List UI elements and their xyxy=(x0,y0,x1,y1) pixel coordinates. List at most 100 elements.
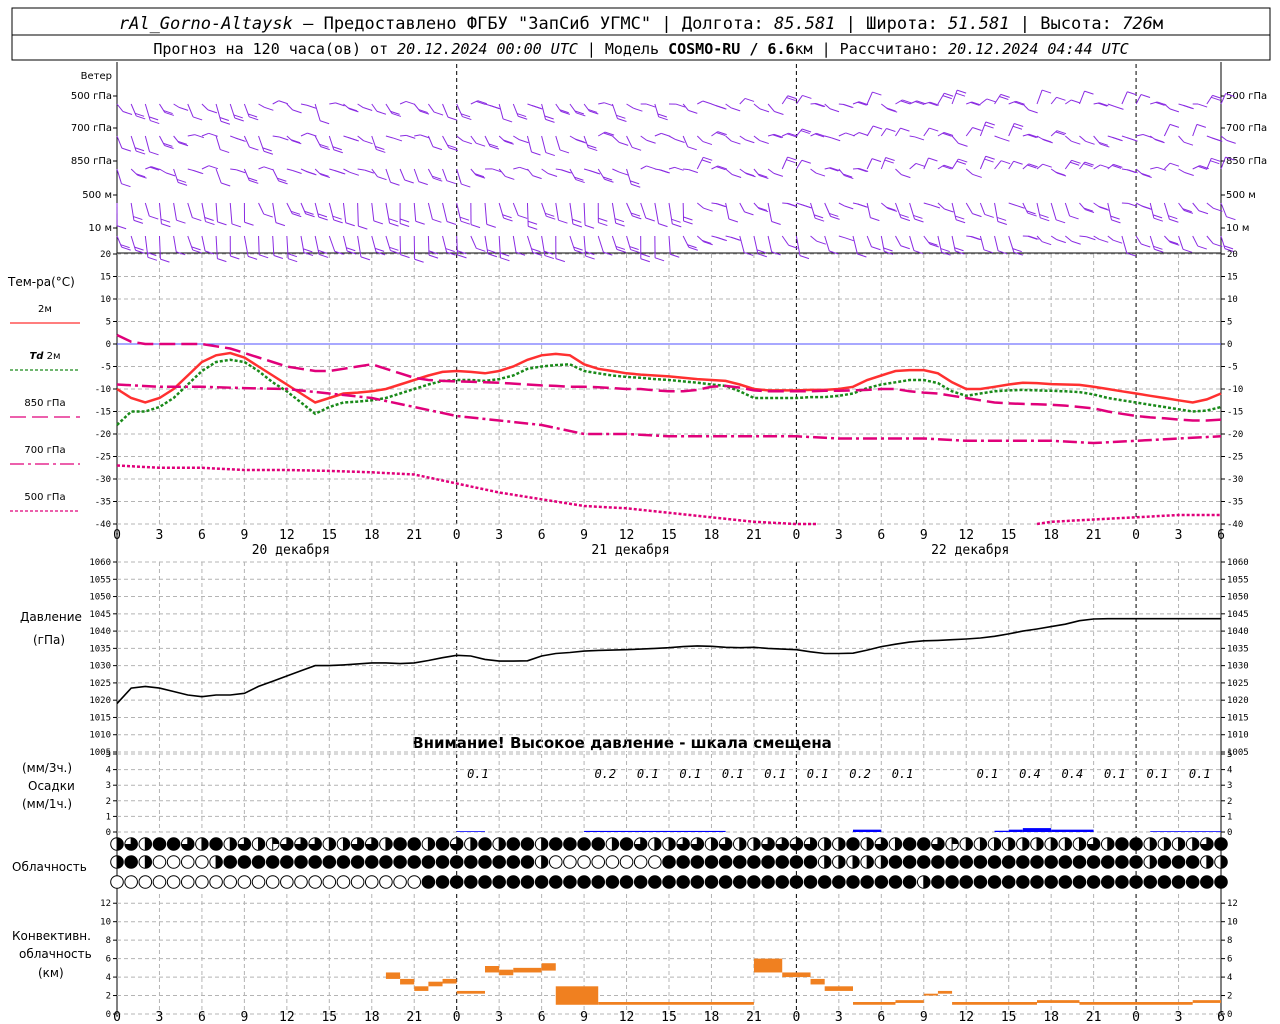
wind-barb xyxy=(796,202,812,209)
wind-barb xyxy=(484,103,501,110)
wind-barb-staff xyxy=(300,103,308,106)
wind-barb-staff xyxy=(866,91,873,105)
cloud-symbol xyxy=(846,855,860,869)
y-tick-label: -40 xyxy=(95,520,111,530)
wind-barb xyxy=(427,202,442,223)
wind-barb-staff xyxy=(130,135,137,152)
wind-barb xyxy=(343,103,359,113)
wind-barb-feather xyxy=(801,159,811,164)
cloud-symbol xyxy=(251,855,266,869)
wind-barb-staff xyxy=(215,235,218,259)
wind-barb-feather xyxy=(1000,137,1010,142)
cloud-fill-full xyxy=(1129,875,1143,889)
wind-barb-feather xyxy=(1056,239,1066,244)
wind-barb xyxy=(597,131,615,137)
wind-barb xyxy=(286,103,302,114)
wind-barb-staff xyxy=(1050,235,1058,241)
x-tick-label: 9 xyxy=(580,1010,588,1024)
wind-barb-staff xyxy=(513,166,520,170)
cloud-symbol xyxy=(195,875,209,889)
cloud-fill-full xyxy=(549,837,563,851)
cloud-symbol xyxy=(464,875,478,889)
wind-barb-feather xyxy=(400,254,410,259)
wind-barb-staff xyxy=(611,235,618,250)
wind-barb xyxy=(484,168,502,173)
wind-barb-feather xyxy=(219,117,230,121)
wind-barb-staff xyxy=(427,235,430,256)
cloud-fill-full xyxy=(167,837,180,851)
wind-barb-feather xyxy=(334,170,344,175)
x-tick-label: 21 xyxy=(1086,1010,1102,1024)
wind-barb-staff xyxy=(951,158,959,170)
cloud-symbol xyxy=(916,855,931,869)
wind-barb-feather xyxy=(363,140,373,145)
wind-barb-staff xyxy=(456,168,462,185)
wind-barb-staff xyxy=(668,202,673,224)
wind-barb-feather xyxy=(984,158,994,163)
day-label: 22 декабря xyxy=(931,543,1009,558)
wind-barb xyxy=(215,168,231,187)
y-tick-label: 1050 xyxy=(1227,593,1249,603)
cloud-symbol xyxy=(1214,875,1228,889)
wind-barb xyxy=(951,235,965,255)
cloud-symbol xyxy=(902,855,917,869)
cloud-fill-full xyxy=(705,855,718,869)
wind-barb-feather xyxy=(531,105,542,110)
cloud-fill-partial xyxy=(145,855,152,869)
wind-barb xyxy=(385,202,399,227)
conv-segment xyxy=(385,972,401,979)
wind-barb-feather xyxy=(915,162,926,167)
wind-barb xyxy=(810,102,826,108)
wind-barb-feather xyxy=(317,213,328,218)
wind-barb xyxy=(597,202,608,227)
wind-barb xyxy=(442,168,456,185)
cloud-symbol xyxy=(973,855,988,869)
wind-barb-feather xyxy=(661,132,671,137)
legend-label-td-level: 2м xyxy=(43,351,60,362)
wind-barb-feather xyxy=(786,159,796,164)
cloud-fill-full xyxy=(1158,855,1171,869)
y-tick-label: 3 xyxy=(1227,781,1232,791)
wind-barb-staff xyxy=(414,134,421,137)
wind-barb-feather xyxy=(459,216,470,221)
wind-barb-feather xyxy=(759,140,769,145)
cloud-fill-full xyxy=(931,855,945,869)
cloud-fill-full xyxy=(507,837,520,851)
wind-barb-feather xyxy=(814,103,825,108)
wind-barb-feather xyxy=(1169,162,1180,167)
wind-barb-feather xyxy=(263,166,274,171)
cloud-symbol xyxy=(817,855,832,869)
cloud-symbol xyxy=(1129,875,1143,889)
wind-barb-staff xyxy=(795,159,803,170)
cloud-fill-partial xyxy=(824,837,831,851)
wind-barb-staff xyxy=(909,202,915,220)
wind-barb-feather xyxy=(730,236,741,241)
wind-barb xyxy=(328,135,343,154)
y-tick-label: 2 xyxy=(1227,992,1232,1002)
wind-barb xyxy=(725,135,741,145)
wind-barb-staff xyxy=(781,95,789,105)
cloud-fill-partial xyxy=(541,855,548,869)
x-tick-label: 0 xyxy=(113,1010,121,1024)
wind-barb-staff xyxy=(187,235,194,251)
wind-barb-staff xyxy=(824,235,830,252)
wind-barb xyxy=(286,168,302,174)
cloud-symbol xyxy=(364,875,379,889)
wind-barb-staff xyxy=(272,168,280,182)
wind-barb xyxy=(1078,90,1094,105)
wind-barb xyxy=(456,235,467,259)
cloud-fill-partial xyxy=(952,837,959,844)
x-tick-label: 18 xyxy=(1043,528,1059,543)
cloud-fill-partial xyxy=(867,855,874,869)
cloud-circle xyxy=(308,875,322,889)
wind-barb-staff xyxy=(810,202,816,219)
wind-barb-staff xyxy=(456,202,462,222)
wind-barb-feather xyxy=(944,92,954,97)
wind-barb xyxy=(1050,235,1066,244)
wind-barb-feather xyxy=(532,175,542,180)
cloud-circle xyxy=(364,875,379,889)
wind-barb-feather xyxy=(360,256,371,261)
wind-barb-staff xyxy=(342,235,348,252)
conv-segment xyxy=(923,993,938,996)
cloud-symbol xyxy=(860,837,874,851)
